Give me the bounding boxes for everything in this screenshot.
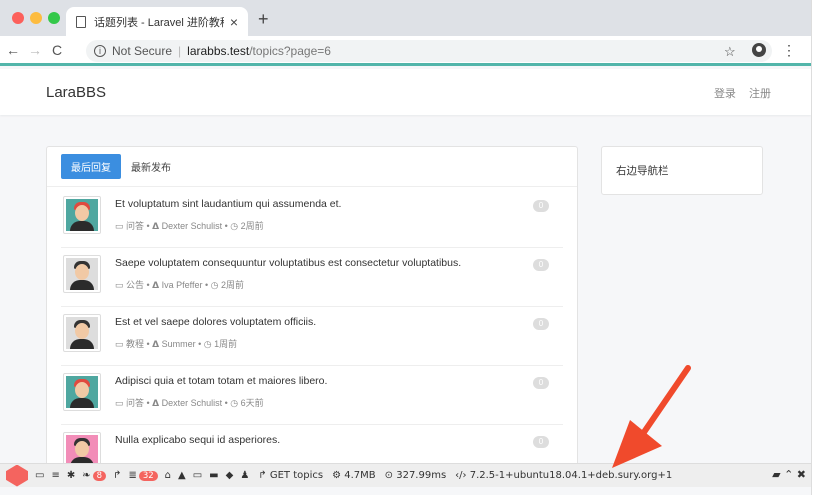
exceptions-icon[interactable]: ✱ (67, 470, 75, 481)
app-navbar: LaraBBS 登录 注册 (0, 69, 811, 115)
forward-button[interactable]: → (26, 42, 44, 58)
reply-count-badge: 0 (533, 200, 549, 212)
topic-title[interactable]: Saepe voluptatem consequuntur voluptatib… (115, 257, 461, 269)
session-icon[interactable]: ▭ (193, 470, 202, 481)
reply-count-badge: 0 (533, 436, 549, 448)
topic-meta: ▭ 教程 • 𝝙 Summer • ◷ 1周前 (115, 339, 238, 349)
avatar-image (66, 199, 98, 231)
topic-row[interactable]: Est et vel saepe dolores voluptatem offi… (61, 306, 563, 366)
topic-meta: ▭ 公告 • 𝝙 Iva Pfeffer • ◷ 2周前 (115, 280, 244, 290)
topic-title[interactable]: Adipisci quia et totam totam et maiores … (115, 375, 327, 387)
register-link[interactable]: 注册 (749, 88, 771, 100)
debugbar-controls: ▰ ⌃ ✖ (772, 468, 806, 481)
topic-meta: ▭ 问答 • 𝝙 Dexter Schulist • ◷ 6天前 (115, 398, 264, 408)
close-window-button[interactable] (12, 12, 24, 24)
mail-icon[interactable]: ⌂ (165, 470, 171, 481)
browser-menu-icon[interactable]: ⋮ (782, 42, 796, 59)
topic-row[interactable]: Saepe voluptatem consequuntur voluptatib… (61, 247, 563, 307)
folder-icon[interactable]: ▰ (772, 468, 780, 481)
topic-meta: ▭ 问答 • 𝝙 Dexter Schulist • ◷ 2周前 (115, 221, 264, 231)
tab-latest[interactable]: 最新发布 (131, 159, 171, 174)
reply-count-badge: 0 (533, 318, 549, 330)
tab-title: 话题列表 - Laravel 进阶教程 (94, 16, 224, 29)
route-label[interactable]: ↱ GET topics (258, 470, 323, 481)
close-debugbar-icon[interactable]: ✖ (797, 468, 806, 481)
back-button[interactable]: ← (4, 42, 22, 58)
avatar-body (70, 398, 94, 408)
queries-count-badge: 32 (138, 470, 158, 481)
avatar-body (70, 280, 94, 290)
browser-tab[interactable]: 话题列表 - Laravel 进阶教程 × (66, 7, 248, 36)
avatar-image (66, 317, 98, 349)
time-label[interactable]: ⊙ 327.99ms (385, 470, 447, 481)
avatar-head (75, 382, 89, 398)
reply-count-badge: 0 (533, 377, 549, 389)
time-value: 327.99ms (396, 470, 447, 481)
route-value: GET topics (269, 470, 324, 481)
url-separator: | (178, 44, 182, 58)
avatar-head (75, 264, 89, 280)
browser-toolbar: ← → C i Not Secure | larabbs.test /topic… (0, 36, 811, 66)
avatar[interactable] (63, 255, 101, 293)
tag-icon[interactable]: ◆ (226, 470, 234, 481)
avatar-body (70, 339, 94, 349)
user-icon[interactable]: ♟ (240, 470, 249, 481)
memory-label[interactable]: ⚙ 4.7MB (332, 470, 376, 481)
request-icon[interactable]: ▬ (209, 470, 218, 481)
brand-logo[interactable]: LaraBBS (46, 84, 106, 101)
bookmark-star-icon[interactable]: ☆ (724, 44, 736, 60)
annotation-arrow-icon (612, 365, 691, 468)
views-icon[interactable]: ❧ (82, 470, 90, 481)
topics-card: 最后回复 最新发布 Et voluptatum sint laudantium … (46, 146, 578, 486)
avatar-image (66, 258, 98, 290)
memory-value: 4.7MB (344, 470, 376, 481)
topic-title[interactable]: Est et vel saepe dolores voluptatem offi… (115, 316, 316, 328)
views-count-badge: 8 (92, 470, 107, 481)
new-tab-button[interactable]: + (258, 9, 269, 30)
topic-title[interactable]: Et voluptatum sint laudantium qui assume… (115, 198, 341, 210)
browser-window: 话题列表 - Laravel 进阶教程 × + ← → C i Not Secu… (0, 0, 812, 495)
avatar-head (75, 205, 89, 221)
title-bar: 话题列表 - Laravel 进阶教程 × + (0, 0, 811, 36)
url-host: larabbs.test (187, 44, 250, 58)
minimize-window-button[interactable] (30, 12, 42, 24)
avatar[interactable] (63, 196, 101, 234)
auth-links: 登录 注册 (704, 85, 771, 101)
timeline-icon[interactable]: ≡ (51, 470, 59, 481)
reply-count-badge: 0 (533, 259, 549, 271)
auth-icon[interactable]: ▲ (178, 470, 186, 481)
queries-icon[interactable]: ≣ (128, 470, 136, 481)
laravel-logo-icon[interactable] (6, 464, 28, 487)
avatar-body (70, 221, 94, 231)
zoom-window-button[interactable] (48, 12, 60, 24)
security-status: Not Secure (112, 44, 173, 58)
topic-row[interactable]: Et voluptatum sint laudantium qui assume… (61, 188, 563, 248)
avatar[interactable] (63, 314, 101, 352)
sidebar-title: 右边导航栏 (616, 165, 669, 177)
topics-filter-tabs: 最后回复 最新发布 (47, 147, 577, 187)
address-bar[interactable]: i Not Secure | larabbs.test /topics?page… (86, 40, 772, 62)
avatar-head (75, 441, 89, 457)
login-link[interactable]: 登录 (714, 88, 736, 100)
reload-button[interactable]: C (48, 42, 66, 58)
collapse-icon[interactable]: ⌃ (784, 468, 793, 481)
avatar-image (66, 376, 98, 408)
topic-title[interactable]: Nulla explicabo sequi id asperiores. (115, 434, 280, 446)
sidebar-card: 右边导航栏 (601, 146, 763, 195)
messages-icon[interactable]: ▭ (35, 470, 44, 481)
route-icon[interactable]: ↱ (113, 470, 121, 481)
info-icon[interactable]: i (94, 45, 106, 57)
profile-icon[interactable] (752, 43, 766, 57)
document-icon (76, 15, 86, 28)
tab-last-reply[interactable]: 最后回复 (61, 154, 121, 179)
topic-row[interactable]: Adipisci quia et totam totam et maiores … (61, 365, 563, 425)
avatar-head (75, 323, 89, 339)
tab-close-icon[interactable]: × (230, 14, 238, 30)
url-path: /topics?page=6 (249, 44, 331, 58)
avatar[interactable] (63, 373, 101, 411)
